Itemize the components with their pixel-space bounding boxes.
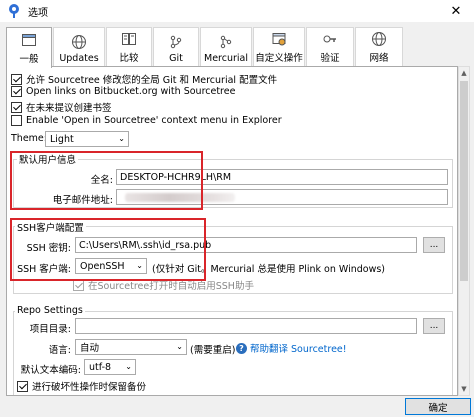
tab-updates[interactable]: Updates: [53, 27, 105, 67]
vertical-scrollbar[interactable]: ▲ ▼: [458, 66, 470, 396]
language-label: 语言:: [48, 345, 71, 356]
help-icon: ?: [236, 342, 247, 354]
backup-row[interactable]: 进行破坏性操作时保留备份: [17, 379, 146, 393]
general-settings-panel: 允许 Sourcetree 修改您的全局 Git 和 Mercurial 配置文…: [6, 66, 458, 396]
highlight-user-info: [10, 151, 203, 210]
tab-network[interactable]: 网络: [355, 27, 403, 67]
context-menu-checkbox[interactable]: [11, 115, 22, 126]
help-translate-label: 帮助翻译 Sourcetree!: [250, 344, 347, 355]
tab-diff[interactable]: 比较: [106, 27, 152, 67]
tab-label: 比较: [119, 53, 139, 64]
allow-modify-config-row[interactable]: 允许 Sourcetree 修改您的全局 Git 和 Mercurial 配置文…: [11, 72, 277, 86]
tab-label: Mercurial: [204, 53, 248, 64]
repo-settings-group-title: Repo Settings: [15, 305, 85, 316]
tab-bar: 一般 Updates 比较 Git Mercurial 自定义操作 验证 网络: [6, 27, 404, 68]
backup-label: 进行破坏性操作时保留备份: [32, 382, 147, 393]
future-bookmarks-label: 在未来提议创建书签: [26, 103, 112, 114]
tab-label: Git: [169, 53, 183, 64]
sourcetree-logo-icon: [9, 4, 19, 18]
project-dir-browse-button[interactable]: ...: [423, 318, 445, 334]
globe-icon: [72, 35, 86, 49]
git-icon: [170, 35, 182, 49]
scroll-thumb[interactable]: [460, 81, 468, 281]
diff-icon: [122, 33, 136, 45]
theme-label: Theme:: [11, 133, 47, 144]
context-menu-label: Enable 'Open in Sourcetree' context menu…: [26, 115, 282, 126]
context-menu-row[interactable]: Enable 'Open in Sourcetree' context menu…: [11, 115, 282, 126]
language-value: 自动: [80, 343, 100, 354]
key-icon: [323, 35, 336, 43]
restart-note: (需要重启): [190, 345, 236, 356]
chevron-down-icon: ⌄: [176, 342, 183, 351]
custom-actions-icon: [272, 33, 286, 46]
auto-start-ssh-checkbox: [73, 279, 84, 291]
tab-custom-actions[interactable]: 自定义操作: [253, 27, 305, 67]
project-dir-input[interactable]: [75, 318, 417, 334]
future-bookmarks-checkbox[interactable]: [11, 101, 22, 113]
tab-authentication[interactable]: 验证: [306, 27, 354, 67]
help-translate-link[interactable]: ? 帮助翻译 Sourcetree!: [236, 341, 347, 355]
encoding-value: utf-8: [89, 361, 112, 373]
tab-label: 网络: [369, 53, 389, 64]
close-button[interactable]: ✕: [438, 0, 474, 22]
tab-mercurial[interactable]: Mercurial: [200, 27, 252, 67]
globe-icon: [372, 32, 386, 46]
open-links-checkbox[interactable]: [11, 86, 22, 97]
scroll-up-arrow-icon[interactable]: ▲: [459, 67, 469, 79]
open-links-row[interactable]: Open links on Bitbucket.org with Sourcet…: [11, 86, 235, 97]
chevron-down-icon: ⌄: [125, 362, 132, 371]
encoding-label: 默认文本编码:: [20, 365, 81, 376]
tab-general[interactable]: 一般: [6, 27, 52, 68]
open-links-label: Open links on Bitbucket.org with Sourcet…: [26, 86, 236, 97]
scroll-down-arrow-icon[interactable]: ▼: [459, 383, 469, 395]
allow-modify-config-checkbox[interactable]: [11, 73, 22, 85]
tab-label: 自定义操作: [255, 53, 303, 64]
title-bar: 选项 ✕: [0, 0, 474, 22]
allow-modify-config-label: 允许 Sourcetree 修改您的全局 Git 和 Mercurial 配置文…: [26, 75, 278, 86]
mercurial-icon: [220, 35, 232, 49]
theme-select[interactable]: Light ⌄: [45, 131, 129, 147]
tab-git[interactable]: Git: [153, 27, 199, 67]
language-select[interactable]: 自动 ⌄: [75, 339, 187, 355]
window-title: 选项: [28, 7, 48, 19]
ssh-key-browse-button[interactable]: ...: [423, 237, 445, 253]
future-bookmarks-row[interactable]: 在未来提议创建书签: [11, 100, 112, 114]
backup-checkbox[interactable]: [17, 380, 28, 392]
ok-button[interactable]: 确定: [405, 398, 471, 415]
encoding-select[interactable]: utf-8 ⌄: [84, 359, 136, 375]
tab-label: 验证: [320, 53, 340, 64]
tab-label: Updates: [59, 53, 99, 64]
window-icon: [22, 34, 36, 46]
theme-value: Light: [50, 133, 74, 145]
chevron-down-icon: ⌄: [118, 134, 125, 143]
project-dir-label: 项目目录:: [29, 324, 71, 335]
highlight-ssh: [10, 218, 206, 281]
tab-label: 一般: [19, 54, 39, 65]
